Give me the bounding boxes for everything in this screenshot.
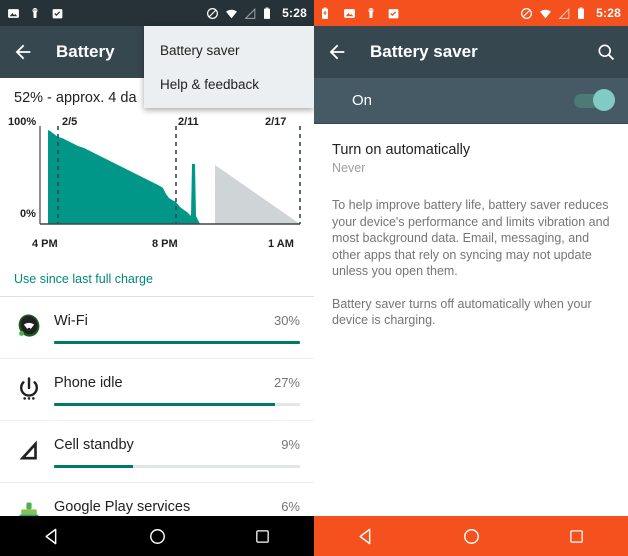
page-title: Battery	[56, 42, 115, 61]
turn-on-automatically-setting[interactable]: Turn on automatically Never	[314, 124, 628, 175]
chart-marker-label-3: 2/17	[265, 116, 287, 128]
list-item[interactable]: Cell standby 9%	[0, 421, 314, 483]
status-bar-right: 5:28	[314, 0, 628, 26]
use-since-last-full-charge-link[interactable]: Use since last full charge	[0, 264, 314, 296]
status-bar-left-icons	[321, 7, 400, 20]
list-item-label: Wi-Fi	[54, 313, 88, 329]
back-arrow-icon[interactable]	[326, 41, 348, 63]
list-item-body: Phone idle 27%	[54, 373, 300, 406]
list-item-percent: 6%	[281, 499, 300, 514]
description-paragraph-1: To help improve battery life, battery sa…	[332, 198, 610, 278]
chart-projected-area	[215, 165, 300, 224]
setting-value: Never	[332, 161, 366, 175]
list-item-progress-fill	[54, 465, 133, 468]
list-item-percent: 9%	[281, 437, 300, 452]
cell-signal-icon	[14, 435, 44, 465]
description-paragraph-2: Battery saver turns off automatically wh…	[332, 296, 592, 328]
chart-marker-label-1: 2/5	[62, 116, 78, 128]
picture-icon	[343, 7, 356, 20]
list-item-progress-fill	[54, 341, 300, 344]
list-item-label: Google Play services	[54, 499, 191, 515]
battery-saver-switch[interactable]	[574, 88, 615, 111]
list-item-progress-bar	[54, 465, 300, 468]
list-item-label: Cell standby	[54, 437, 134, 453]
chart-actual-area	[48, 130, 200, 224]
home-circle-icon[interactable]	[462, 527, 481, 546]
back-triangle-icon[interactable]	[357, 527, 376, 546]
battery-saver-icon	[321, 7, 334, 20]
list-item[interactable]: Phone idle 27%	[0, 359, 314, 421]
picture-icon	[7, 7, 20, 20]
wifi-icon	[539, 7, 552, 20]
status-bar-clock: 5:28	[596, 6, 621, 20]
status-bar-left: 5:28	[0, 0, 314, 26]
navigation-bar-left	[0, 516, 314, 556]
list-item-label: Phone idle	[54, 375, 123, 391]
status-bar-right-icons: 5:28	[520, 6, 621, 20]
list-item-progress-bar	[54, 341, 300, 344]
signal-icon	[244, 7, 257, 20]
navigation-bar-right	[314, 516, 628, 556]
battery-usage-list: Wi-Fi 30% Phone idle 27% Cell standby 9%…	[0, 296, 314, 545]
do-not-disturb-icon	[520, 7, 533, 20]
recents-square-icon[interactable]	[254, 528, 271, 545]
chart-x-label-1: 4 PM	[32, 238, 58, 250]
chart-svg	[39, 126, 301, 225]
battery-icon	[263, 7, 276, 20]
overflow-menu-popup: Battery saver Help & feedback	[144, 26, 314, 108]
menu-item-help-feedback[interactable]: Help & feedback	[144, 68, 314, 102]
signal-icon	[558, 7, 571, 20]
battery-history-chart: 100% 0% 2/5 2/11 2/17 4 PM 8 PM 1 AM	[0, 112, 314, 260]
chart-marker-label-2: 2/11	[178, 116, 199, 128]
menu-item-battery-saver[interactable]: Battery saver	[144, 34, 314, 68]
recents-square-icon[interactable]	[568, 528, 585, 545]
battery-icon	[577, 7, 590, 20]
wifi-badge-icon	[14, 311, 44, 341]
usb-icon	[29, 7, 42, 20]
right-screen-battery-saver: 5:28 Battery saver On Turn on automatica…	[314, 0, 628, 556]
status-bar-left-icons	[7, 7, 64, 20]
home-circle-icon[interactable]	[148, 527, 167, 546]
usb-icon	[365, 7, 378, 20]
do-not-disturb-icon	[206, 7, 219, 20]
left-screen-battery: 5:28 Battery 52% - approx. 4 da 100% 0% …	[0, 0, 314, 556]
search-icon[interactable]	[596, 42, 616, 62]
back-arrow-icon[interactable]	[12, 41, 34, 63]
status-bar-right-icons: 5:28	[206, 6, 307, 20]
toggle-state-label: On	[352, 92, 373, 109]
setting-title: Turn on automatically	[332, 142, 471, 158]
chart-y-max-label: 100%	[8, 116, 37, 128]
chart-y-min-label: 0%	[20, 208, 36, 220]
switch-knob	[593, 88, 615, 111]
list-item-percent: 27%	[273, 375, 300, 390]
page-title: Battery saver	[370, 42, 478, 61]
list-item[interactable]: Wi-Fi 30%	[0, 297, 314, 359]
back-triangle-icon[interactable]	[43, 527, 62, 546]
battery-saver-toggle-row[interactable]: On	[314, 78, 628, 124]
clipboard-check-icon	[51, 7, 64, 20]
chart-x-label-3: 1 AM	[268, 238, 294, 250]
wifi-icon	[225, 7, 238, 20]
toolbar-right: Battery saver	[314, 26, 628, 78]
power-idle-icon	[14, 373, 44, 403]
list-item-body: Cell standby 9%	[54, 435, 300, 468]
clipboard-check-icon	[387, 7, 400, 20]
status-bar-clock: 5:28	[282, 6, 307, 20]
list-item-progress-bar	[54, 403, 300, 406]
list-item-percent: 30%	[273, 313, 300, 328]
list-item-progress-fill	[54, 403, 276, 406]
dual-screenshot-container: 5:28 Battery 52% - approx. 4 da 100% 0% …	[0, 0, 628, 556]
chart-x-label-2: 8 PM	[152, 238, 178, 250]
list-item-body: Wi-Fi 30%	[54, 311, 300, 344]
